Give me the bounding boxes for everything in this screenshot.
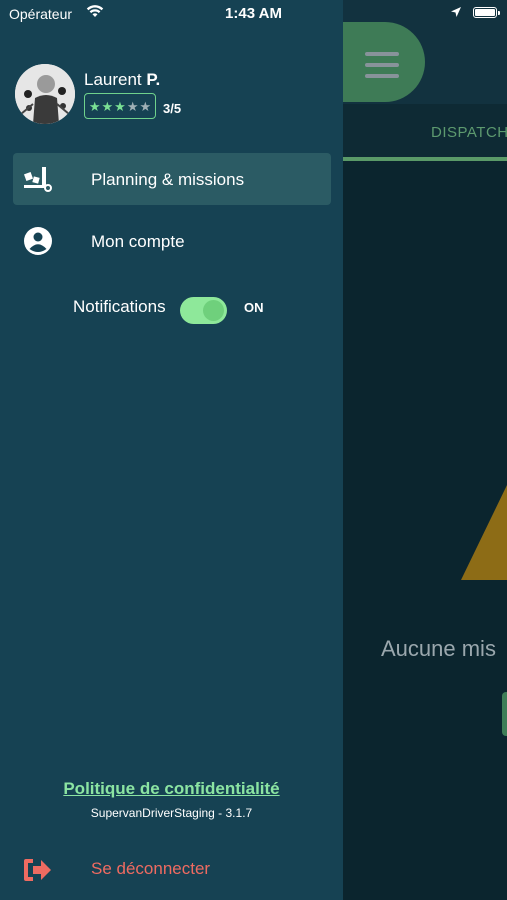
rating-stars: ★ ★ ★ ★ ★: [84, 93, 156, 119]
menu-item-mon-compte[interactable]: Mon compte: [13, 215, 331, 267]
user-photo: [15, 64, 75, 124]
notifications-state: ON: [244, 300, 264, 315]
side-drawer: Laurent P. ★ ★ ★ ★ ★ 3/5 Planning & miss…: [0, 0, 343, 900]
battery-icon: [473, 7, 500, 18]
truck-boxes-icon: [24, 167, 52, 192]
logout-icon: [24, 859, 51, 881]
account-circle-icon: [24, 227, 52, 255]
main-screen: DISPATCH Aucune mis: [343, 0, 507, 900]
menu-item-label: Planning & missions: [91, 170, 245, 189]
hamburger-menu-icon[interactable]: [365, 52, 399, 84]
status-bar: Opérateur 1:43 AM: [0, 0, 507, 26]
user-last-initial: P.: [146, 70, 161, 89]
avatar[interactable]: [15, 64, 75, 124]
star-icon: ★: [139, 98, 152, 114]
empty-state-text: Aucune mis: [381, 636, 496, 661]
rating-text: 3/5: [163, 101, 182, 116]
star-icon: ★: [114, 98, 126, 114]
star-icon: ★: [88, 98, 101, 114]
star-icon: ★: [126, 98, 139, 114]
location-arrow-icon: [451, 7, 461, 17]
main-action-button[interactable]: [502, 692, 507, 736]
tab-indicator: [343, 157, 507, 161]
warning-triangle-icon: [461, 452, 507, 580]
toggle-knob: [203, 300, 224, 321]
notifications-toggle[interactable]: [180, 297, 227, 324]
menu-item-planning-missions[interactable]: Planning & missions: [13, 153, 331, 205]
main-tab-bar: DISPATCH: [343, 104, 507, 161]
notifications-label: Notifications: [73, 297, 166, 316]
menu-item-label: Mon compte: [91, 232, 185, 251]
logout-label: Se déconnecter: [91, 859, 211, 878]
star-icon: ★: [101, 98, 114, 114]
tab-dispatch[interactable]: DISPATCH: [431, 124, 507, 141]
privacy-policy-link[interactable]: Politique de confidentialité: [0, 779, 343, 799]
clock: 1:43 AM: [225, 5, 282, 22]
user-first-name: Laurent: [84, 70, 142, 89]
user-name: Laurent P.: [84, 70, 160, 90]
app-version: SupervanDriverStaging - 3.1.7: [90, 806, 253, 820]
